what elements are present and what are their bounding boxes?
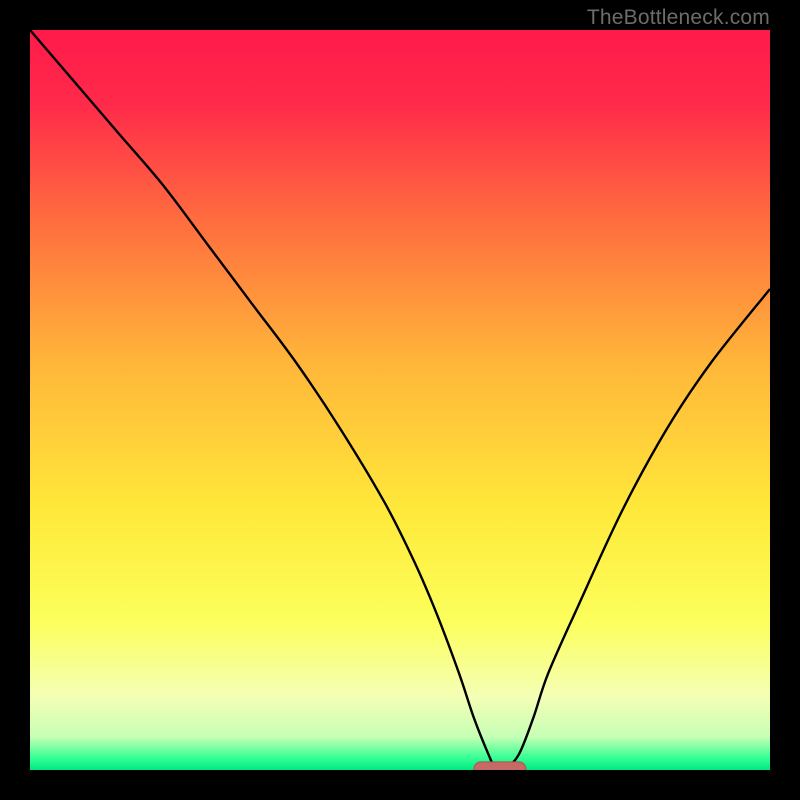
chart-frame: TheBottleneck.com bbox=[0, 0, 800, 800]
plot-area bbox=[30, 30, 770, 770]
background-gradient bbox=[30, 30, 770, 770]
attribution-text: TheBottleneck.com bbox=[587, 6, 770, 30]
optimal-marker bbox=[474, 762, 526, 770]
